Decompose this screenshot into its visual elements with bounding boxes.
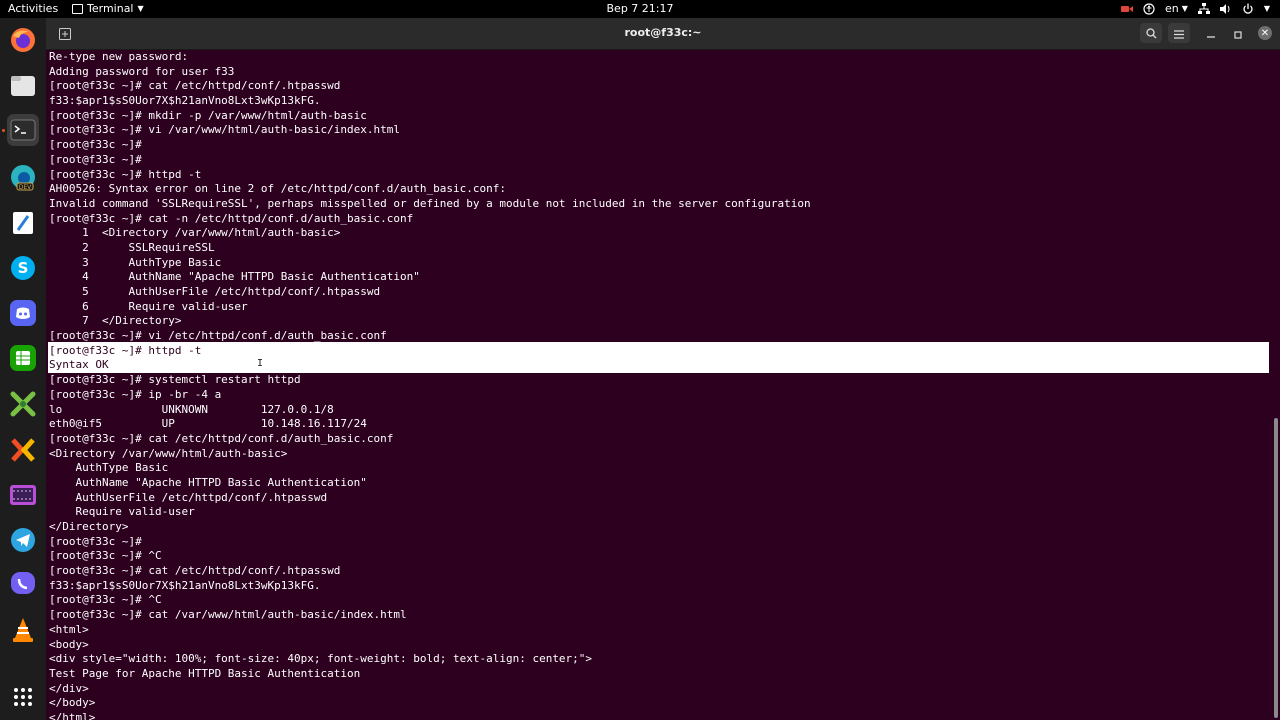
skype-icon[interactable]: S [7, 252, 39, 284]
terminal-line: Syntax OK [49, 358, 109, 372]
terminal-line: <body> [49, 637, 89, 651]
network-icon[interactable] [1197, 3, 1210, 15]
terminal-output[interactable]: Re-type new password: Adding password for… [49, 50, 811, 720]
terminal-line: [root@f33c ~]# httpd -t [49, 167, 202, 181]
terminal-line: 1 <Directory /var/www/html/auth-basic> [49, 226, 341, 240]
terminal-line: AuthUserFile /etc/httpd/conf/.htpasswd [49, 490, 328, 504]
terminal-line: eth0@if5 UP 10.148.16.117/24 [49, 417, 367, 431]
terminal-line: AH00526: Syntax error on line 2 of /etc/… [49, 182, 506, 196]
close-icon: ✕ [1258, 26, 1272, 40]
text-editor-icon[interactable] [7, 207, 39, 239]
maximize-button[interactable] [1227, 23, 1249, 43]
edge-dev-icon[interactable]: DEV [7, 161, 39, 193]
terminal-line: [root@f33c ~]# httpd -t [49, 343, 202, 357]
terminal-line: 7 </Directory> [49, 314, 182, 328]
top-bar: Activities Terminal ▼ Вер 7 21:17 en ▼ ▼ [0, 0, 1280, 18]
terminal-line: [root@f33c ~]# mkdir -p /var/www/html/au… [49, 108, 367, 122]
terminal-line: Invalid command 'SSLRequireSSL', perhaps… [49, 196, 811, 210]
terminal-line: f33:$apr1$sS0Uor7X$h21anVno8Lxt3wKp13kFG… [49, 578, 321, 592]
terminal-line: 2 SSLRequireSSL [49, 240, 215, 254]
mouse-cursor-ibeam-icon: I [257, 358, 264, 369]
libreoffice-calc-icon[interactable] [7, 342, 39, 374]
terminal-line: 4 AuthName "Apache HTTPD Basic Authentic… [49, 270, 420, 284]
running-indicator [2, 129, 5, 132]
terminal-line: lo UNKNOWN 127.0.0.1/8 [49, 402, 334, 416]
terminal-line: Require valid-user [49, 505, 195, 519]
terminal-line: <div style="width: 100%; font-size: 40px… [49, 652, 593, 666]
minimize-icon [1207, 24, 1215, 43]
terminal-line: [root@f33c ~]# vi /etc/httpd/conf.d/auth… [49, 329, 387, 343]
terminal-line: [root@f33c ~]# vi /var/www/html/auth-bas… [49, 123, 400, 137]
app-menu[interactable]: Terminal ▼ [72, 2, 144, 16]
terminal-line: [root@f33c ~]# [49, 138, 142, 152]
search-icon [1145, 24, 1157, 43]
scrollbar[interactable] [1274, 418, 1278, 718]
terminal-line: Adding password for user f33 [49, 64, 235, 78]
terminal-line: [root@f33c ~]# cat /etc/httpd/conf.d/aut… [49, 431, 394, 445]
tools-icon[interactable] [7, 388, 39, 420]
files-icon[interactable] [7, 70, 39, 102]
terminal-line: </body> [49, 696, 96, 710]
svg-text:DEV: DEV [19, 184, 32, 191]
power-icon[interactable] [1242, 3, 1254, 15]
window-title: root@f33c:~ [624, 26, 702, 39]
terminal-line: [root@f33c ~]# ^C [49, 593, 162, 607]
video-editor-icon[interactable] [7, 479, 39, 511]
telegram-icon[interactable] [7, 524, 39, 556]
terminal-line: [root@f33c ~]# cat -n /etc/httpd/conf.d/… [49, 211, 414, 225]
maximize-icon [1234, 24, 1242, 43]
vlc-icon[interactable] [7, 614, 39, 646]
hamburger-icon [1174, 24, 1184, 43]
terminal-line: [root@f33c ~]# cat /etc/httpd/conf/.htpa… [49, 79, 341, 93]
show-apps-icon[interactable] [7, 681, 39, 713]
clock[interactable]: Вер 7 21:17 [0, 2, 1280, 16]
activities-button[interactable]: Activities [8, 2, 58, 16]
chevron-down-icon: ▼ [1181, 4, 1188, 13]
terminal-line: AuthName "Apache HTTPD Basic Authenticat… [49, 475, 367, 489]
terminal-line: [root@f33c ~]# ip -br -4 a [49, 387, 222, 401]
terminal-line: </div> [49, 681, 89, 695]
terminal-line: [root@f33c ~]# systemctl restart httpd [49, 373, 301, 387]
app-menu-label: Terminal [87, 2, 134, 15]
window-headerbar[interactable]: root@f33c:~ ✕ [46, 18, 1280, 50]
svg-text:S: S [18, 259, 29, 277]
language-indicator[interactable]: en ▼ [1165, 2, 1188, 16]
terminal-line: AuthType Basic [49, 461, 169, 475]
volume-icon[interactable] [1219, 3, 1232, 15]
terminal-line: Re-type new password: [49, 50, 189, 63]
menu-button[interactable] [1168, 23, 1190, 43]
dock: DEV S [0, 18, 46, 720]
terminal-icon[interactable] [7, 114, 39, 146]
accessibility-icon[interactable] [1143, 3, 1155, 15]
chevron-down-icon: ▼ [137, 4, 144, 13]
terminal-view[interactable]: Re-type new password: Adding password for… [46, 50, 1280, 720]
terminal-line: 6 Require valid-user [49, 299, 248, 313]
terminal-app-icon [72, 4, 83, 14]
xmind-icon[interactable] [7, 434, 39, 466]
terminal-line: </html> [49, 710, 96, 720]
terminal-line: <Directory /var/www/html/auth-basic> [49, 446, 288, 460]
system-tray[interactable]: en ▼ ▼ [1120, 2, 1270, 16]
terminal-line: [root@f33c ~]# cat /etc/httpd/conf/.htpa… [49, 564, 341, 578]
terminal-line: </Directory> [49, 520, 129, 533]
terminal-line: 3 AuthType Basic [49, 255, 222, 269]
firefox-icon[interactable] [7, 24, 39, 56]
terminal-line: [root@f33c ~]# ^C [49, 549, 162, 563]
terminal-line: Test Page for Apache HTTPD Basic Authent… [49, 666, 361, 680]
discord-icon[interactable] [7, 297, 39, 329]
close-button[interactable]: ✕ [1254, 23, 1276, 43]
search-button[interactable] [1140, 23, 1162, 43]
terminal-line: <html> [49, 622, 89, 636]
terminal-line: 5 AuthUserFile /etc/httpd/conf/.htpasswd [49, 285, 381, 298]
terminal-line: [root@f33c ~]# [49, 534, 142, 548]
terminal-line: [root@f33c ~]# cat /var/www/html/auth-ba… [49, 608, 407, 622]
screen-record-icon[interactable] [1120, 3, 1133, 15]
terminal-line: f33:$apr1$sS0Uor7X$h21anVno8Lxt3wKp13kFG… [49, 94, 321, 108]
chevron-down-icon[interactable]: ▼ [1264, 2, 1270, 16]
viber-icon[interactable] [7, 568, 39, 600]
terminal-line: [root@f33c ~]# [49, 152, 142, 166]
minimize-button[interactable] [1200, 23, 1222, 43]
